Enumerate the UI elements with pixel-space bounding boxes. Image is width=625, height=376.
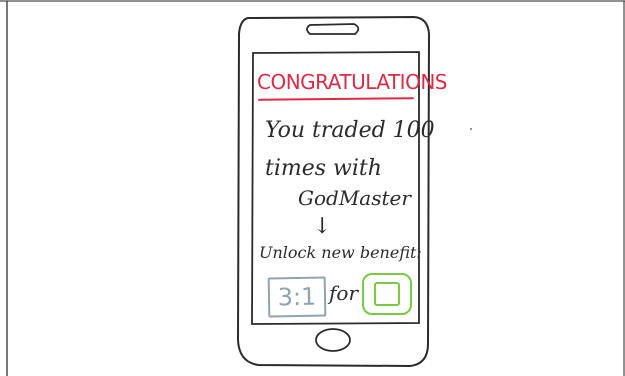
down-arrow-icon: ↓ <box>313 214 332 239</box>
message-line-1: You traded 100 <box>265 118 435 143</box>
home-button-icon[interactable] <box>315 328 351 352</box>
partner-name: GodMaster <box>298 186 411 210</box>
benefit-label: Unlock new benefit: <box>259 243 422 262</box>
stray-dot <box>470 128 472 130</box>
reward-button[interactable] <box>362 273 412 315</box>
ratio-option-button[interactable]: 3:1 <box>267 276 327 318</box>
ratio-text: 3:1 <box>277 282 317 312</box>
congratulations-title: CONGRATULATIONS <box>257 70 447 94</box>
reward-icon <box>374 282 400 306</box>
message-line-2: times with <box>265 156 382 181</box>
for-label: for <box>329 281 359 305</box>
speaker-slot-icon <box>306 23 360 35</box>
